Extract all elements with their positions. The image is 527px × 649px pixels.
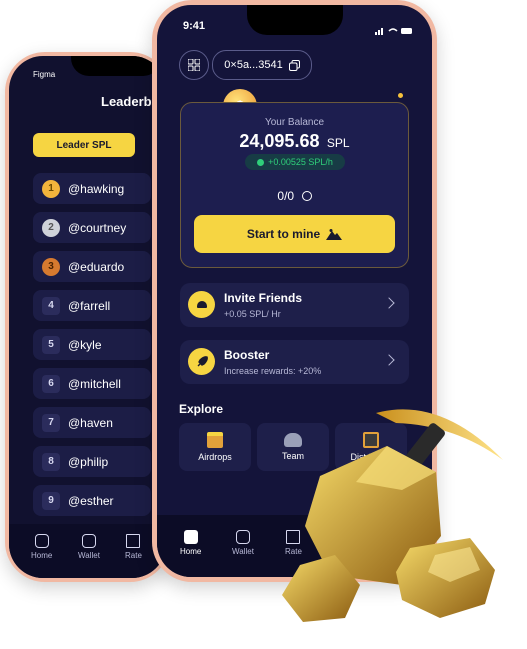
leader-name: @esther — [68, 493, 114, 508]
rank-number: 5 — [42, 335, 60, 354]
growth-icon — [257, 158, 265, 166]
back-phone-notch — [71, 56, 161, 76]
explore-team-label: Team — [281, 451, 304, 461]
leader-name: @hawking — [68, 181, 125, 196]
home-icon — [183, 530, 198, 544]
rank-number: 4 — [42, 296, 60, 315]
balance-unit: SPL — [326, 136, 350, 150]
wallet-address: 0×5a...3541 — [224, 59, 283, 71]
rate-badge: +0.00525 SPL/h — [245, 154, 345, 170]
explore-title: Explore — [179, 402, 224, 416]
nav-home[interactable]: Home — [31, 534, 52, 560]
rank-medal-icon: 1 — [42, 179, 60, 198]
leader-row[interactable]: 2 @courtney — [33, 212, 151, 243]
leader-name: @courtney — [68, 220, 127, 235]
leader-row[interactable]: 5 @kyle — [33, 329, 151, 360]
explore-distributor-label: Distributor — [350, 452, 392, 462]
copy-icon[interactable] — [288, 59, 300, 71]
wallet-address-pill[interactable]: 0×5a...3541 — [212, 50, 312, 80]
explore-team[interactable]: Team — [257, 423, 329, 471]
distributor-icon — [363, 432, 379, 448]
nav-wallet-label: Wallet — [232, 547, 254, 556]
home-icon — [34, 534, 49, 548]
leader-row[interactable]: 3 @eduardo — [33, 251, 151, 282]
wallet-icon — [235, 530, 250, 544]
leader-name: @kyle — [68, 337, 102, 352]
crown-icon — [126, 534, 141, 548]
nav-rate[interactable]: Rate — [125, 534, 142, 560]
nav-home[interactable]: Home — [180, 530, 201, 556]
chevron-right-icon — [383, 297, 395, 309]
menu-grid-button[interactable] — [179, 50, 209, 80]
crown-icon — [286, 530, 301, 544]
invite-friends-title: Invite Friends — [224, 291, 303, 305]
nav-rate-label: Rate — [125, 551, 142, 560]
booster-subtitle: Increase rewards: +20% — [224, 366, 322, 376]
leader-row[interactable]: 1 @hawking — [33, 173, 151, 204]
booster-title: Booster — [224, 348, 270, 362]
leader-row[interactable]: 4 @farrell — [33, 290, 151, 321]
rate-text: +0.00525 SPL/h — [268, 157, 333, 167]
nav-home-label: Home — [180, 547, 202, 556]
nav-wallet[interactable]: Wallet — [232, 530, 254, 556]
invite-friends-subtitle: +0.05 SPL/ Hr — [224, 309, 281, 319]
nav-rate[interactable]: Rate — [285, 530, 302, 556]
status-bar-label: Figma — [33, 70, 56, 79]
back-phone-screen: Figma Leaderboard Leader SPL 1 @hawking … — [9, 56, 166, 578]
rocket-icon — [188, 348, 215, 375]
explore-airdrops-label: Airdrops — [198, 452, 232, 462]
leader-name: @philip — [68, 454, 109, 469]
mountain-icon — [326, 228, 343, 240]
rank-medal-icon: 2 — [42, 218, 60, 237]
team-icon — [188, 291, 215, 318]
nav-wallet[interactable]: Wallet — [78, 534, 100, 560]
back-phone: Figma Leaderboard Leader SPL 1 @hawking … — [5, 52, 170, 582]
nav-home-label: Home — [31, 551, 53, 560]
rank-number: 8 — [42, 452, 60, 471]
rank-number: 7 — [42, 413, 60, 432]
status-time: 9:41 — [183, 20, 206, 32]
leader-row[interactable]: 9 @esther — [33, 485, 151, 516]
leader-name: @eduardo — [68, 259, 125, 274]
invite-friends-card[interactable]: Invite Friends +0.05 SPL/ Hr — [180, 283, 409, 327]
leader-spl-tab[interactable]: Leader SPL — [33, 133, 135, 157]
dot-decoration — [398, 93, 403, 98]
leader-row[interactable]: 8 @philip — [33, 446, 151, 477]
front-phone-notch — [247, 5, 343, 35]
leader-name: @haven — [68, 415, 113, 430]
start-mine-label: Start to mine — [246, 227, 321, 241]
nav-wallet-label: Wallet — [78, 551, 100, 560]
start-mine-button[interactable]: Start to mine — [194, 215, 395, 253]
explore-airdrops[interactable]: Airdrops — [179, 423, 251, 471]
users-icon — [301, 191, 312, 201]
referral-count: 0/0 — [277, 189, 295, 203]
rank-number: 6 — [42, 374, 60, 393]
grid-icon — [188, 59, 200, 71]
leader-name: @farrell — [68, 298, 111, 313]
rank-medal-icon: 3 — [42, 257, 60, 276]
front-phone-screen: 9:41 0×5a...3541 $ Your Balanc — [157, 5, 432, 577]
team-icon — [284, 433, 302, 447]
leader-row[interactable]: 6 @mitchell — [33, 368, 151, 399]
balance-label: Your Balance — [264, 117, 325, 128]
balance-card: Your Balance 24,095.68 SPL +0.00525 SPL/… — [180, 102, 409, 268]
nav-rate-label: Rate — [285, 547, 302, 556]
signal-icon — [375, 22, 413, 35]
explore-distributor[interactable]: Distributor — [335, 423, 407, 471]
rank-number: 9 — [42, 491, 60, 510]
leader-name: @mitchell — [68, 376, 121, 391]
wallet-icon — [81, 534, 96, 548]
status-bar-app: Figma — [33, 70, 55, 79]
chevron-right-icon — [383, 354, 395, 366]
referral-row: 0/0 — [181, 187, 408, 205]
gift-icon — [207, 432, 223, 448]
balance-amount-row: 24,095.68 SPL — [181, 131, 408, 152]
booster-card[interactable]: Booster Increase rewards: +20% — [180, 340, 409, 384]
front-phone: 9:41 0×5a...3541 $ Your Balanc — [152, 0, 437, 582]
leader-row[interactable]: 7 @haven — [33, 407, 151, 438]
balance-amount: 24,095.68 — [239, 131, 320, 151]
